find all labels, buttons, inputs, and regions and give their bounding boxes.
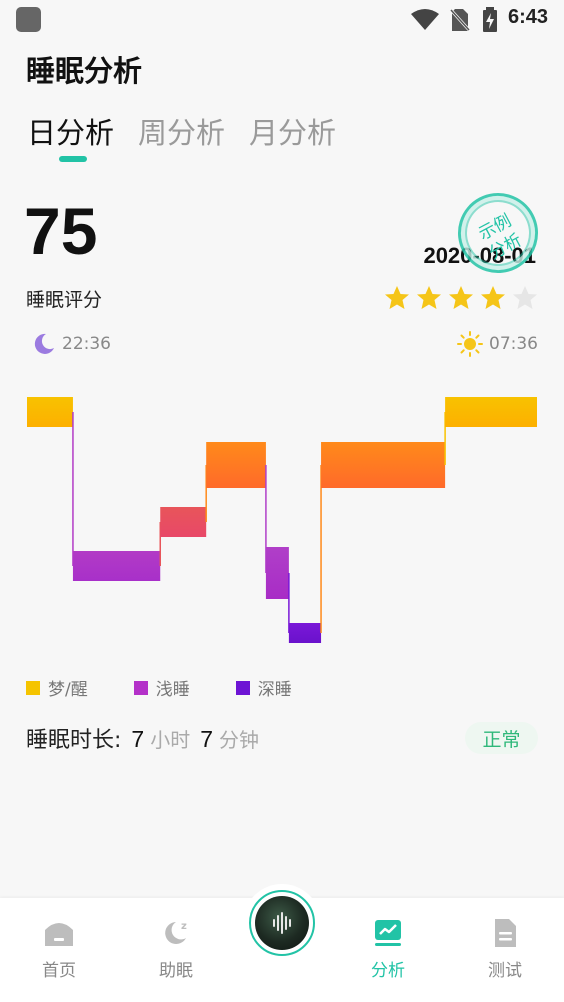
nav-label-home: 首页	[42, 961, 76, 981]
home-icon	[45, 923, 73, 946]
no-sim-icon	[450, 8, 470, 32]
bedtime-value: 22:36	[62, 334, 111, 354]
center-play-button[interactable]	[249, 890, 315, 956]
sample-analysis-stamp: 示例 分析	[443, 178, 553, 288]
stage-bar-light	[265, 547, 289, 599]
duration-hours: 7	[131, 726, 145, 752]
legend-label-light: 浅睡	[155, 680, 190, 700]
bedtime: 22:36	[30, 331, 111, 357]
legend-item-deep: 深睡	[235, 675, 292, 700]
sun-icon	[457, 331, 483, 357]
stage-bar-awake	[445, 397, 537, 427]
nav-item-home[interactable]: 首页	[19, 918, 99, 981]
legend-item-awake: 梦/醒	[26, 675, 88, 700]
stage-bar-rem	[206, 442, 266, 488]
app-icon	[16, 7, 41, 32]
chart-legend: 梦/醒 浅睡 深睡	[26, 675, 292, 700]
legend-label-deep: 深睡	[257, 680, 292, 700]
tab-day-analysis[interactable]: 日分析	[27, 110, 114, 152]
page-title: 睡眠分析	[26, 54, 143, 88]
tab-month-analysis[interactable]: 月分析	[249, 110, 336, 152]
sound-wave-icon	[255, 896, 309, 950]
star-filled-icon	[385, 286, 409, 309]
star-filled-icon	[417, 286, 441, 309]
nav-item-sleep-aid[interactable]: z 助眠	[136, 918, 216, 981]
active-tab-indicator	[59, 156, 87, 162]
duration-minutes: 7	[200, 726, 214, 752]
nav-label-sleep-aid: 助眠	[159, 961, 193, 981]
sleep-rating-stars	[383, 284, 539, 312]
stage-bar-awake	[27, 397, 73, 427]
star-filled-icon	[481, 286, 505, 309]
status-bar: 6:43	[0, 0, 564, 40]
waketime: 07:36	[457, 331, 538, 357]
stage-bar-deep	[288, 623, 322, 643]
legend-swatch-awake	[26, 680, 40, 695]
duration-label: 睡眠时长:	[26, 728, 122, 753]
nav-label-analysis: 分析	[371, 961, 405, 981]
stage-bar-light-high	[160, 507, 207, 537]
wifi-icon	[411, 9, 439, 30]
nav-item-test[interactable]: 测试	[465, 918, 545, 981]
sleep-stage-chart	[27, 397, 537, 643]
star-filled-icon	[449, 286, 473, 309]
analysis-chart-icon	[375, 920, 401, 946]
legend-label-awake: 梦/醒	[48, 680, 88, 700]
moon-icon	[34, 333, 54, 354]
stage-bar-rem	[321, 442, 446, 488]
svg-text:z: z	[181, 921, 187, 932]
legend-swatch-deep	[235, 680, 250, 695]
sleep-duration: 睡眠时长: 7 小时 7 分钟	[26, 722, 259, 754]
waketime-value: 07:36	[489, 334, 538, 354]
sleep-score-label: 睡眠评分	[26, 289, 103, 311]
nav-label-test: 测试	[488, 961, 522, 981]
analysis-tabs: 日分析 周分析 月分析	[27, 110, 336, 152]
star-empty-icon	[513, 286, 537, 309]
stage-bar-light	[72, 551, 161, 581]
duration-minutes-unit: 分钟	[219, 728, 260, 752]
sleep-moon-icon: z	[165, 921, 187, 944]
test-document-icon	[495, 919, 516, 947]
sleep-score-value: 75	[24, 194, 98, 268]
center-play-button-wrap	[243, 884, 321, 962]
clock-time: 6:43	[508, 6, 549, 28]
duration-hours-unit: 小时	[150, 728, 191, 752]
legend-swatch-light	[133, 680, 148, 695]
legend-item-light: 浅睡	[133, 675, 190, 700]
battery-charging-icon	[483, 7, 497, 32]
tab-week-analysis[interactable]: 周分析	[138, 110, 225, 152]
sleep-status-badge: 正常	[465, 722, 538, 754]
nav-item-analysis[interactable]: 分析	[348, 918, 428, 981]
